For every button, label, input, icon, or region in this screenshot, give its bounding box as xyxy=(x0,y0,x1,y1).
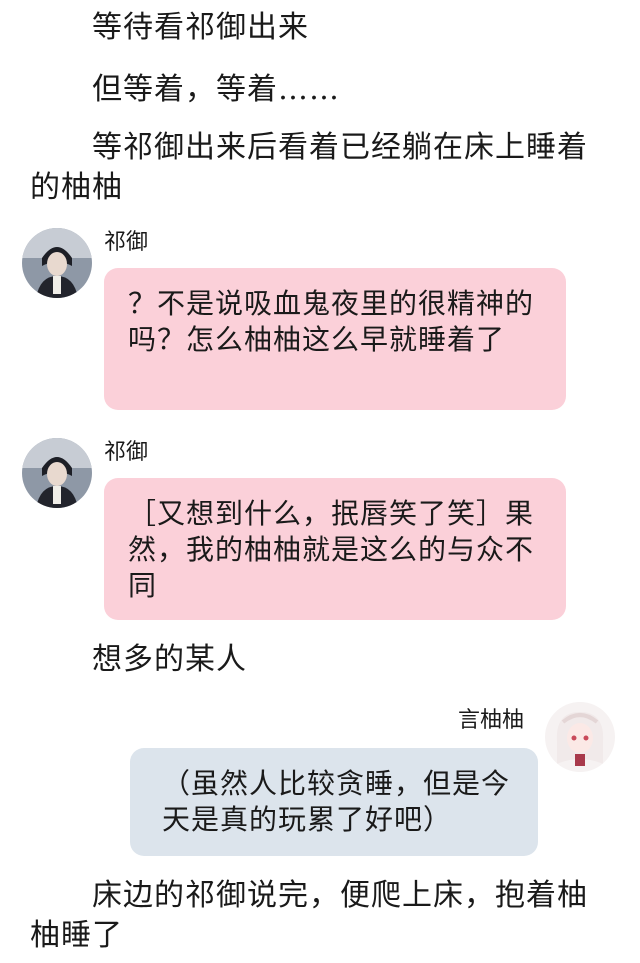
narration-line-5: 床边的祁御说完，便爬上床，抱着柚柚睡了 xyxy=(30,878,588,953)
narration-line-4: 想多的某人 xyxy=(92,642,247,677)
speaker-name-qiyu-2: 祁御 xyxy=(104,440,149,465)
speaker-name-qiyu: 祁御 xyxy=(104,230,149,255)
narration-line-2: 但等着，等着…… xyxy=(92,72,340,107)
girl-portrait-icon xyxy=(545,702,615,772)
qiyu-avatar-2[interactable] xyxy=(22,438,92,508)
man-portrait-icon xyxy=(22,438,92,508)
message-bubble-3: （虽然人比较贪睡，但是今天是真的玩累了好吧） xyxy=(130,748,538,856)
narration-line-3: 等祁御出来后看着已经躺在床上睡着的柚柚 xyxy=(30,130,588,205)
speaker-name-yanyouyou: 言柚柚 xyxy=(458,708,525,733)
message-bubble-1: ？不是说吸血鬼夜里的很精神的吗？怎么柚柚这么早就睡着了 xyxy=(104,268,566,410)
message-bubble-2: ［又想到什么，抿唇笑了笑］果然，我的柚柚就是这么的与众不同 xyxy=(104,478,566,620)
qiyu-avatar[interactable] xyxy=(22,228,92,298)
yanyouyou-avatar[interactable] xyxy=(545,702,615,772)
man-portrait-icon xyxy=(22,228,92,298)
narration-line-1: 等待看祁御出来 xyxy=(92,10,309,45)
